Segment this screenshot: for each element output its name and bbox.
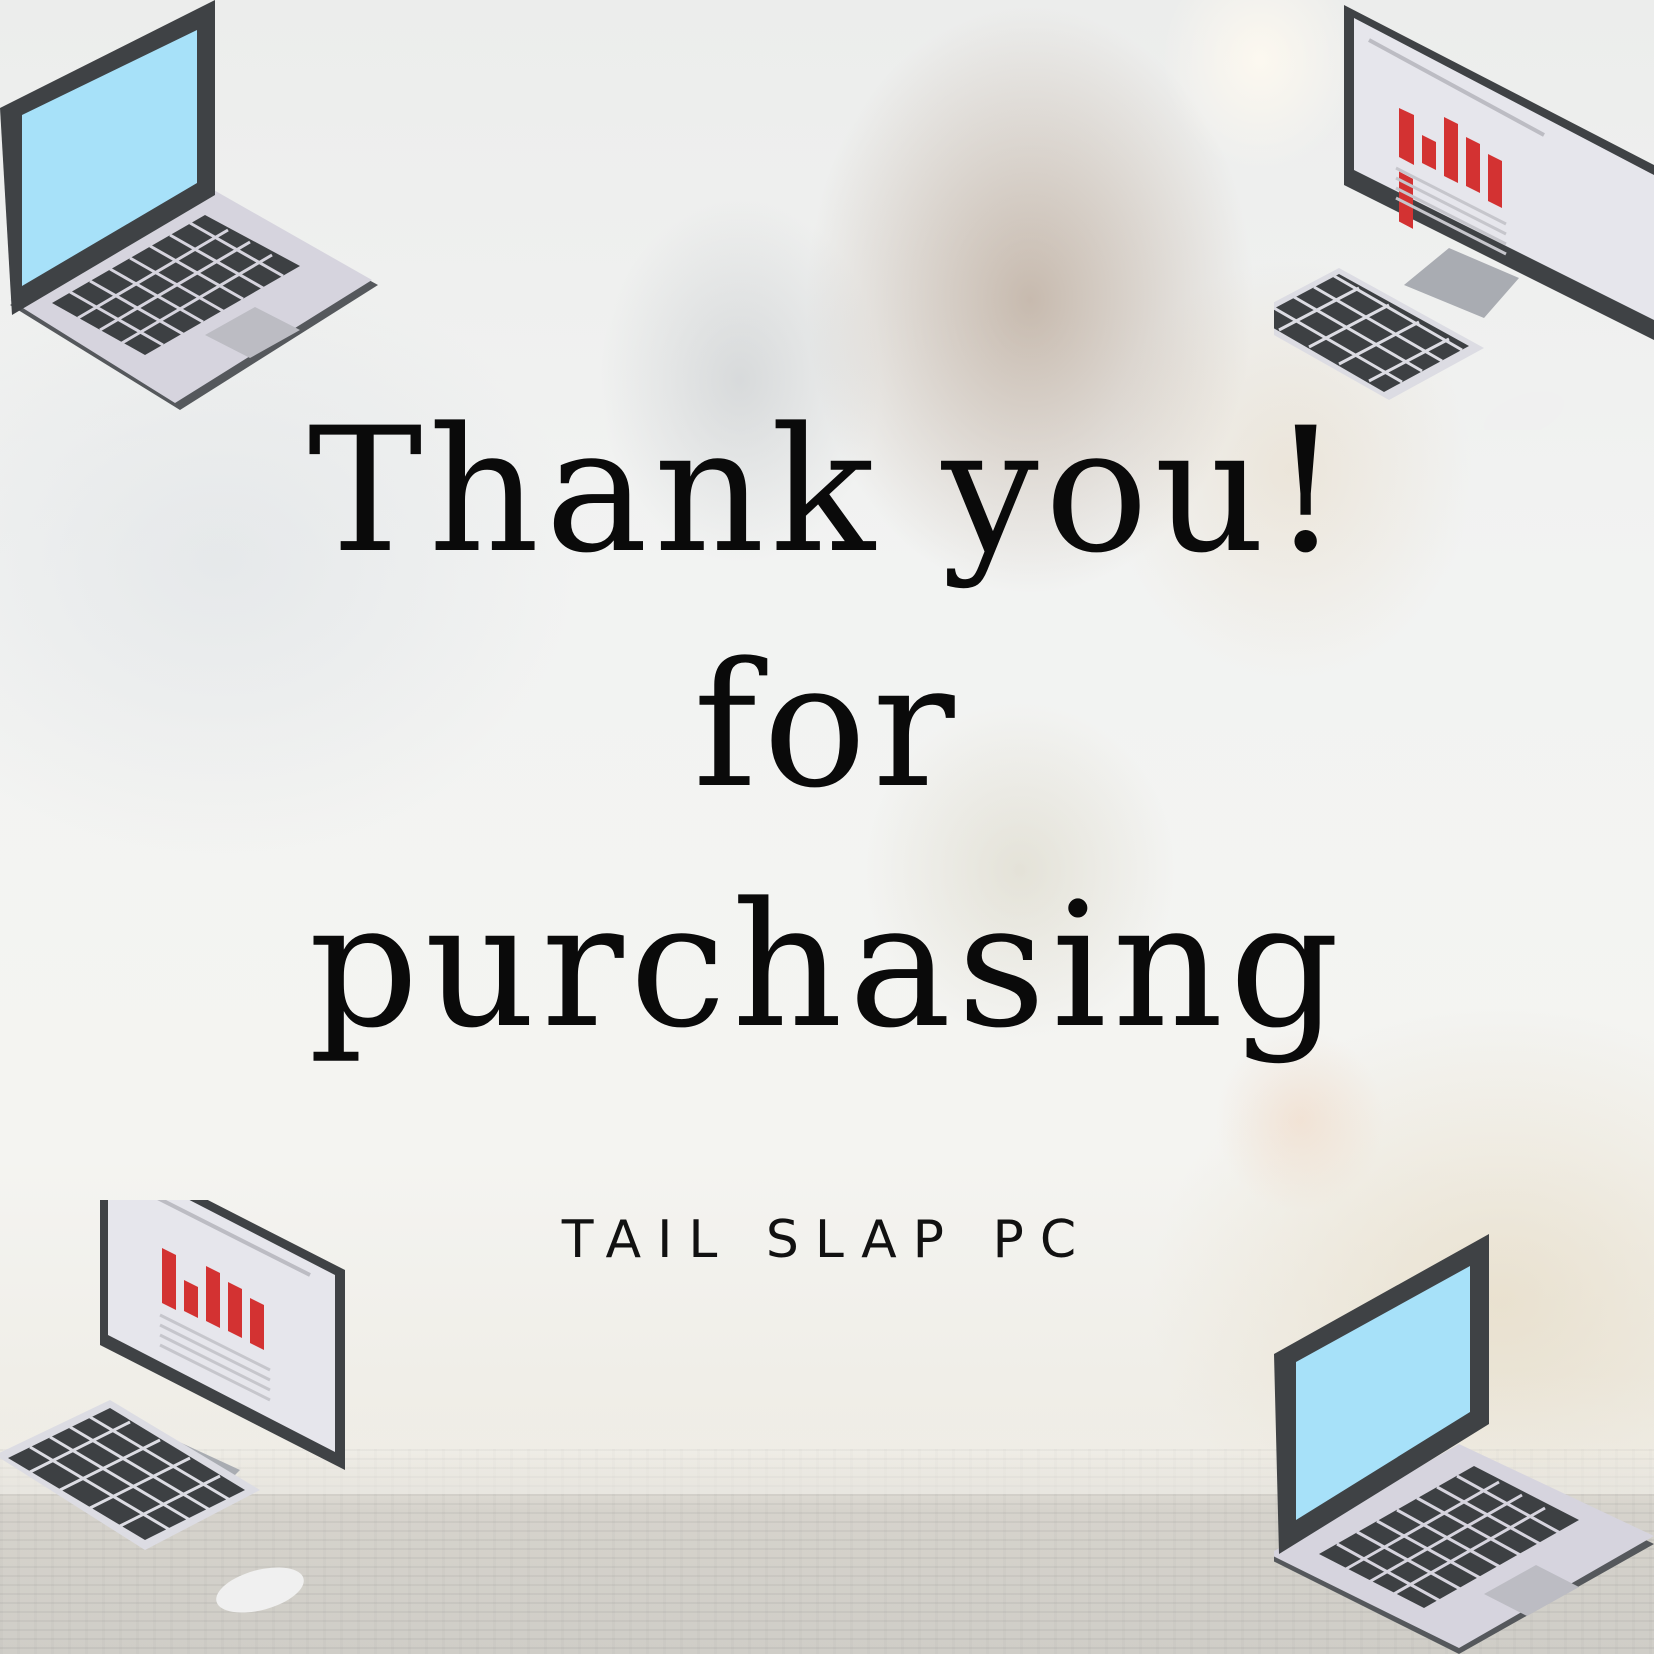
for-heading: for [693, 625, 961, 826]
desktop-computer-icon [1274, 5, 1654, 430]
purchasing-heading: purchasing [308, 865, 1346, 1066]
brand-name: TAIL SLAP PC [561, 1210, 1093, 1270]
laptop-icon [1274, 1234, 1654, 1654]
thank-you-heading: Thank you! [307, 390, 1347, 591]
laptop-icon [0, 0, 378, 410]
